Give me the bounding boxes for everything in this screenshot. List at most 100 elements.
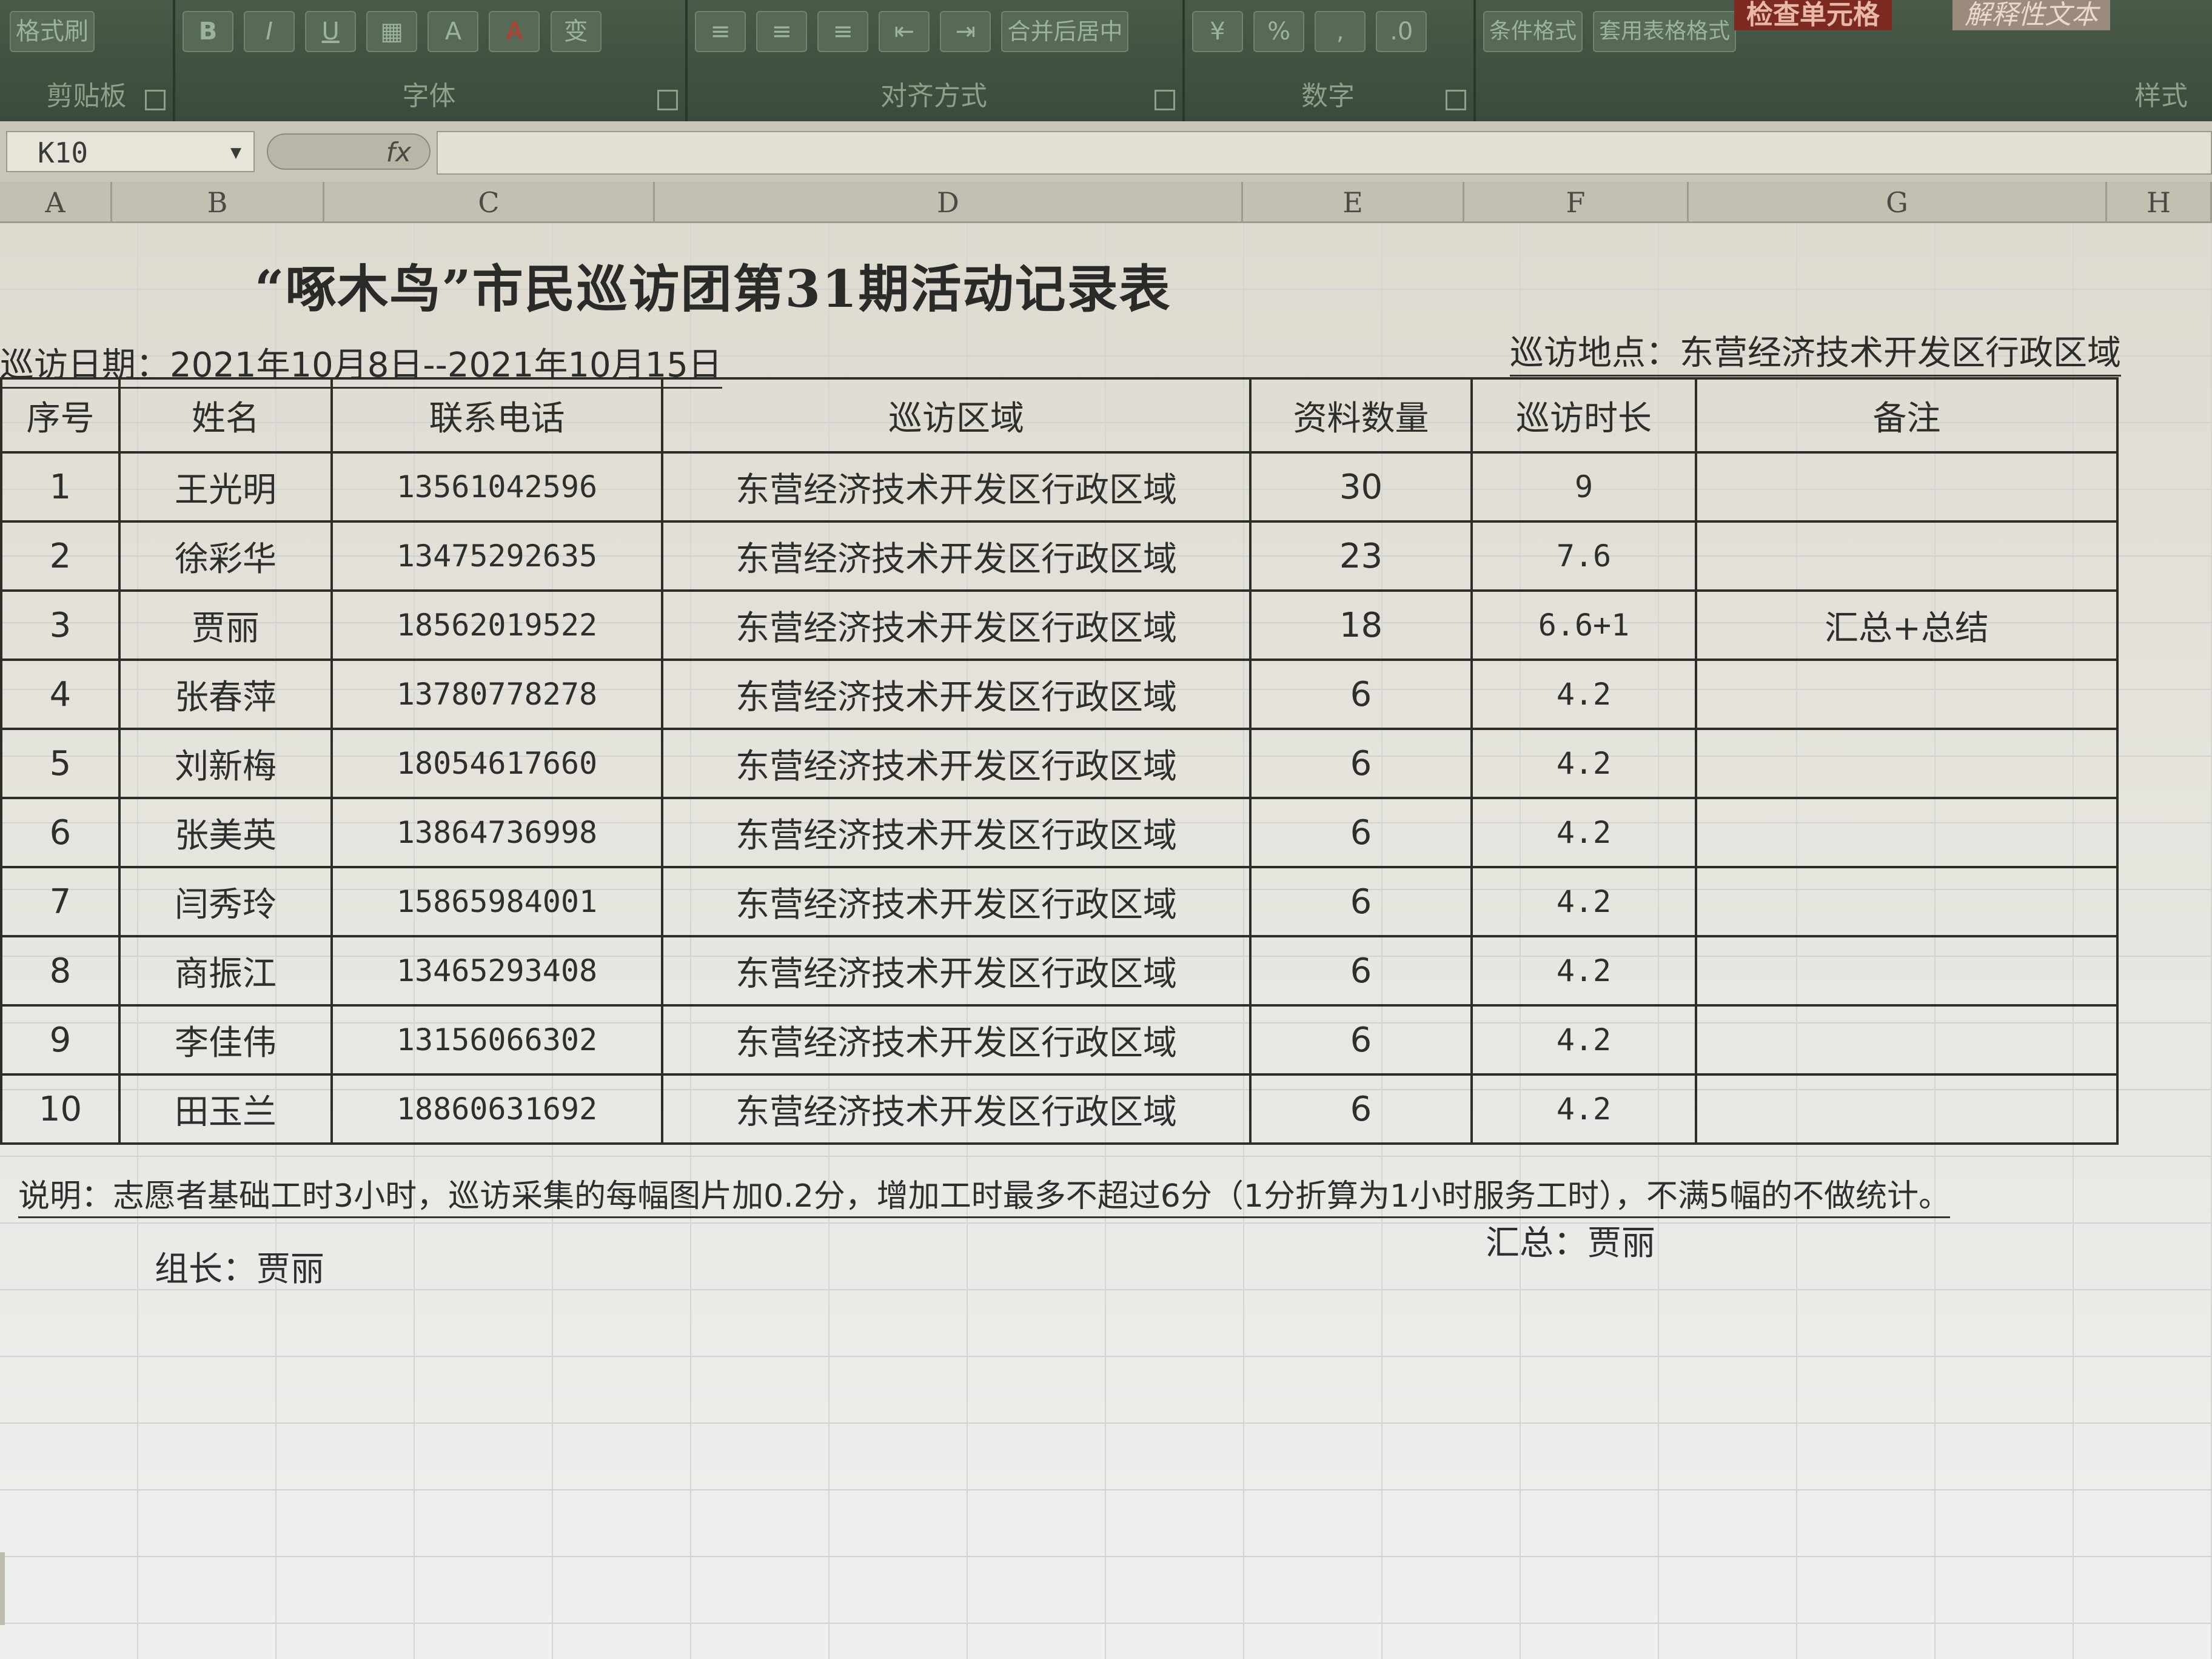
dialog-launcher-icon[interactable] bbox=[1446, 90, 1466, 110]
cell-name[interactable]: 徐彩华 bbox=[118, 520, 333, 592]
header-count[interactable]: 资料数量 bbox=[1249, 377, 1473, 454]
align-right-button[interactable]: ≡ bbox=[817, 11, 869, 52]
cell-name[interactable]: 王光明 bbox=[118, 451, 333, 523]
cell-duration[interactable]: 4.2 bbox=[1470, 797, 1697, 868]
align-center-button[interactable]: ≡ bbox=[756, 11, 808, 52]
cell-duration[interactable]: 4.2 bbox=[1470, 728, 1697, 799]
cell-remark[interactable] bbox=[1695, 728, 2119, 799]
cell-phone[interactable]: 13156066302 bbox=[330, 1004, 663, 1076]
fill-color-button[interactable]: A bbox=[427, 11, 479, 52]
cell-area[interactable]: 东营经济技术开发区行政区域 bbox=[661, 866, 1252, 937]
dialog-launcher-icon[interactable] bbox=[657, 90, 678, 110]
cell-count[interactable]: 6 bbox=[1249, 866, 1473, 937]
cell-area[interactable]: 东营经济技术开发区行政区域 bbox=[661, 728, 1252, 799]
cell-seq[interactable]: 10 bbox=[0, 1073, 121, 1145]
style-check-cell[interactable]: 检查单元格 bbox=[1734, 0, 1892, 30]
cell-duration[interactable]: 7.6 bbox=[1470, 520, 1697, 592]
italic-button[interactable]: I bbox=[244, 11, 295, 52]
cell-name[interactable]: 贾丽 bbox=[118, 589, 333, 661]
chevron-down-icon[interactable]: ▼ bbox=[230, 132, 241, 173]
increase-decimal-button[interactable]: .0 bbox=[1376, 11, 1427, 52]
column-header-g[interactable]: G bbox=[1689, 182, 2107, 223]
cell-name[interactable]: 刘新梅 bbox=[118, 728, 333, 799]
header-seq[interactable]: 序号 bbox=[0, 377, 121, 454]
cell-phone[interactable]: 13864736998 bbox=[330, 797, 663, 868]
cell-phone[interactable]: 15865984001 bbox=[330, 866, 663, 937]
cell-name[interactable]: 李佳伟 bbox=[118, 1004, 333, 1076]
cell-name[interactable]: 田玉兰 bbox=[118, 1073, 333, 1145]
header-remark[interactable]: 备注 bbox=[1695, 377, 2119, 454]
cell-seq[interactable]: 3 bbox=[0, 589, 121, 661]
dialog-launcher-icon[interactable] bbox=[145, 90, 166, 110]
header-duration[interactable]: 巡访时长 bbox=[1470, 377, 1697, 454]
insert-function-icon[interactable]: fx bbox=[267, 133, 431, 170]
cell-seq[interactable]: 9 bbox=[0, 1004, 121, 1076]
cell-remark[interactable] bbox=[1695, 451, 2119, 523]
phonetic-button[interactable]: 变 bbox=[550, 11, 602, 52]
header-name[interactable]: 姓名 bbox=[118, 377, 333, 454]
column-header-d[interactable]: D bbox=[655, 182, 1243, 223]
cell-duration[interactable]: 9 bbox=[1470, 451, 1697, 523]
cell-seq[interactable]: 1 bbox=[0, 451, 121, 523]
cell-count[interactable]: 30 bbox=[1249, 451, 1473, 523]
cell-count[interactable]: 6 bbox=[1249, 935, 1473, 1007]
cell-count[interactable]: 6 bbox=[1249, 797, 1473, 868]
cell-phone[interactable]: 18562019522 bbox=[330, 589, 663, 661]
conditional-format-button[interactable]: 条件格式 bbox=[1483, 11, 1583, 52]
cell-area[interactable]: 东营经济技术开发区行政区域 bbox=[661, 589, 1252, 661]
cell-name[interactable]: 商振江 bbox=[118, 935, 333, 1007]
merge-center-button[interactable]: 合并后居中 bbox=[1001, 11, 1129, 52]
cell-phone[interactable]: 18054617660 bbox=[330, 728, 663, 799]
cell-seq[interactable]: 8 bbox=[0, 935, 121, 1007]
cell-area[interactable]: 东营经济技术开发区行政区域 bbox=[661, 935, 1252, 1007]
cell-name[interactable]: 张美英 bbox=[118, 797, 333, 868]
decrease-indent-button[interactable]: ⇤ bbox=[879, 11, 930, 52]
increase-indent-button[interactable]: ⇥ bbox=[940, 11, 991, 52]
format-painter-button[interactable]: 格式刷 bbox=[10, 11, 95, 52]
cell-seq[interactable]: 7 bbox=[0, 866, 121, 937]
cell-count[interactable]: 6 bbox=[1249, 1073, 1473, 1145]
align-left-button[interactable]: ≡ bbox=[695, 11, 746, 52]
underline-button[interactable]: U bbox=[305, 11, 357, 52]
style-explanatory-text[interactable]: 解释性文本 bbox=[1952, 0, 2110, 30]
cell-area[interactable]: 东营经济技术开发区行政区域 bbox=[661, 1073, 1252, 1145]
cell-remark[interactable] bbox=[1695, 1073, 2119, 1145]
cell-area[interactable]: 东营经济技术开发区行政区域 bbox=[661, 451, 1252, 523]
cell-seq[interactable]: 4 bbox=[0, 659, 121, 730]
cell-duration[interactable]: 4.2 bbox=[1470, 1004, 1697, 1076]
cell-duration[interactable]: 4.2 bbox=[1470, 1073, 1697, 1145]
cell-area[interactable]: 东营经济技术开发区行政区域 bbox=[661, 520, 1252, 592]
cell-remark[interactable]: 汇总+总结 bbox=[1695, 589, 2119, 661]
cell-area[interactable]: 东营经济技术开发区行政区域 bbox=[661, 797, 1252, 868]
currency-button[interactable]: ¥ bbox=[1192, 11, 1243, 52]
cell-duration[interactable]: 4.2 bbox=[1470, 866, 1697, 937]
dialog-launcher-icon[interactable] bbox=[1155, 90, 1175, 110]
cell-duration[interactable]: 6.6+1 bbox=[1470, 589, 1697, 661]
cell-count[interactable]: 6 bbox=[1249, 728, 1473, 799]
cell-name[interactable]: 闫秀玲 bbox=[118, 866, 333, 937]
header-phone[interactable]: 联系电话 bbox=[330, 377, 663, 454]
cell-phone[interactable]: 13465293408 bbox=[330, 935, 663, 1007]
cell-name[interactable]: 张春萍 bbox=[118, 659, 333, 730]
name-box[interactable]: K10 ▼ bbox=[6, 131, 255, 172]
header-area[interactable]: 巡访区域 bbox=[661, 377, 1252, 454]
cell-count[interactable]: 18 bbox=[1249, 589, 1473, 661]
cell-area[interactable]: 东营经济技术开发区行政区域 bbox=[661, 659, 1252, 730]
column-header-b[interactable]: B bbox=[112, 182, 324, 223]
cell-phone[interactable]: 13780778278 bbox=[330, 659, 663, 730]
percent-button[interactable]: % bbox=[1253, 11, 1305, 52]
formula-input[interactable] bbox=[437, 131, 2212, 175]
bold-button[interactable]: B bbox=[183, 11, 233, 52]
cell-seq[interactable]: 2 bbox=[0, 520, 121, 592]
cell-seq[interactable]: 6 bbox=[0, 797, 121, 868]
cell-remark[interactable] bbox=[1695, 797, 2119, 868]
cell-duration[interactable]: 4.2 bbox=[1470, 935, 1697, 1007]
cell-remark[interactable] bbox=[1695, 1004, 2119, 1076]
cell-remark[interactable] bbox=[1695, 520, 2119, 592]
cell-remark[interactable] bbox=[1695, 659, 2119, 730]
cell-count[interactable]: 6 bbox=[1249, 659, 1473, 730]
cell-count[interactable]: 23 bbox=[1249, 520, 1473, 592]
column-header-e[interactable]: E bbox=[1243, 182, 1464, 223]
column-header-c[interactable]: C bbox=[324, 182, 655, 223]
cell-area[interactable]: 东营经济技术开发区行政区域 bbox=[661, 1004, 1252, 1076]
